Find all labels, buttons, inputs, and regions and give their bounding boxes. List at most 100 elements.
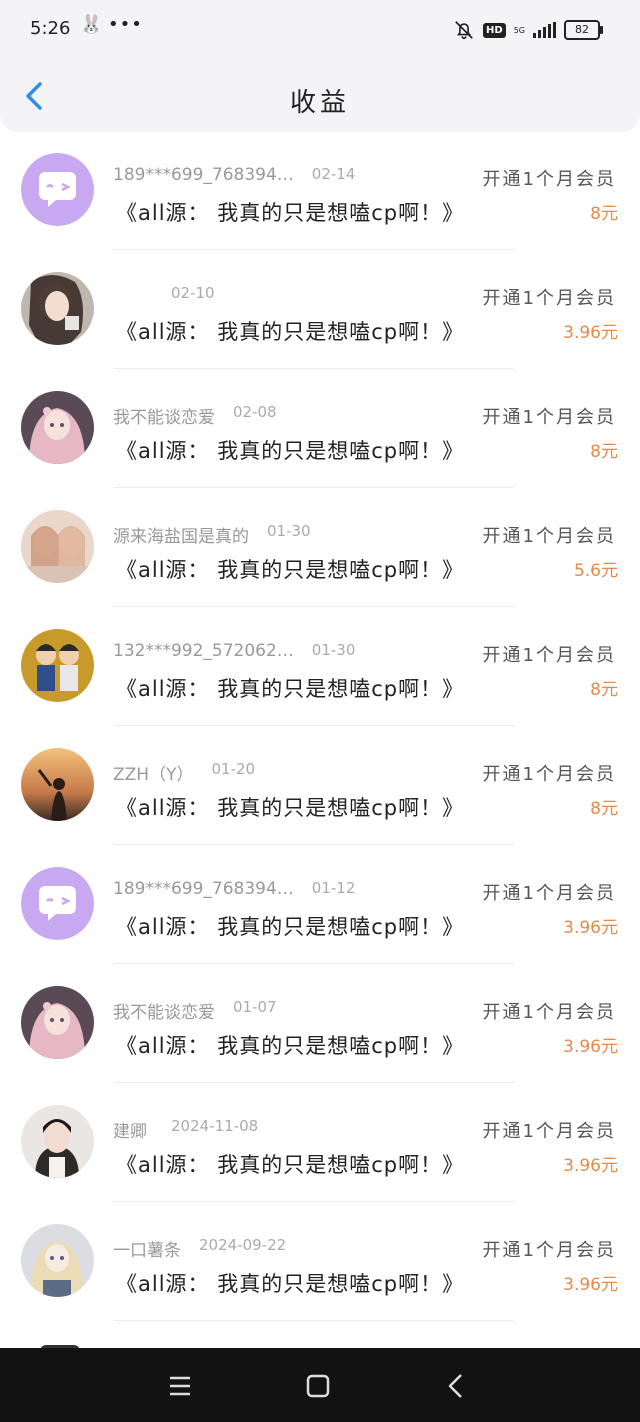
bunny-notification-icon: 🐰 [80, 14, 103, 35]
row-amount: 8元 [590, 680, 618, 700]
home-square-icon [306, 1374, 330, 1398]
row-amount: 5.6元 [573, 561, 618, 581]
row-username: 建卿 [113, 1122, 147, 1142]
recent-apps-button[interactable] [162, 1368, 198, 1404]
row-book-title: 《all源： 我真的只是想嗑cp啊！》 [116, 1153, 465, 1177]
back-triangle-icon [448, 1374, 462, 1398]
row-divider [114, 368, 514, 369]
row-action: 开通1个月会员 [482, 526, 616, 547]
row-date: 02-14 [311, 165, 356, 183]
row-amount: 3.96元 [563, 323, 618, 343]
row-action: 开通1个月会员 [482, 169, 616, 190]
battery-icon: 82 [564, 20, 603, 40]
row-book-title: 《all源： 我真的只是想嗑cp啊！》 [116, 439, 465, 463]
earnings-row[interactable]: 02-10 《all源： 我真的只是想嗑cp啊！》 开通1个月会员 3.96元 [0, 254, 640, 373]
row-divider [114, 1320, 514, 1321]
row-amount: 8元 [590, 442, 618, 462]
bubble-avatar[interactable] [21, 153, 94, 226]
row-action: 开通1个月会员 [482, 764, 616, 785]
row-date: 02-08 [233, 403, 277, 421]
row-username: 189***699_768394… [113, 165, 294, 185]
bell-off-icon [455, 21, 473, 40]
earnings-row[interactable]: 我不能谈恋爱 01-07 《all源： 我真的只是想嗑cp啊！》 开通1个月会员 3.9… [0, 968, 640, 1087]
row-divider [114, 487, 514, 488]
row-username: ZZH（Y） [113, 765, 194, 785]
row-book-title: 《all源： 我真的只是想嗑cp啊！》 [116, 1034, 465, 1058]
anime-pink-avatar[interactable] [21, 986, 94, 1059]
row-divider [114, 606, 514, 607]
row-date: 2024-11-08 [171, 1117, 259, 1135]
row-book-title: 《all源： 我真的只是想嗑cp啊！》 [116, 915, 465, 939]
earnings-row[interactable]: 189***699_768394… 02-14 《all源： 我真的只是想嗑cp啊！… [0, 135, 640, 254]
row-date: 01-30 [311, 641, 356, 659]
row-action: 开通1个月会员 [482, 1121, 616, 1142]
earnings-row[interactable]: 源来海盐国是真的 01-30 《all源： 我真的只是想嗑cp啊！》 开通1个月会员 5… [0, 492, 640, 611]
row-divider [114, 1082, 514, 1083]
row-amount: 8元 [590, 799, 618, 819]
hd-badge: HD [483, 22, 506, 38]
anime-blonde-avatar[interactable] [21, 1224, 94, 1297]
row-action: 开通1个月会员 [482, 1002, 616, 1023]
row-date: 01-20 [211, 760, 256, 778]
earnings-row[interactable]: 我不能谈恋爱 02-08 《all源： 我真的只是想嗑cp啊！》 开通1个月会员 8元 [0, 373, 640, 492]
bubble-avatar[interactable] [21, 867, 94, 940]
signal-icon [533, 22, 556, 38]
row-action: 开通1个月会员 [482, 407, 616, 428]
row-divider [114, 1201, 514, 1202]
earnings-row[interactable]: 189***699_768394… 01-12 《all源： 我真的只是想嗑cp啊！… [0, 849, 640, 968]
back-nav-button[interactable] [438, 1368, 474, 1404]
battery-level: 82 [575, 23, 589, 36]
row-book-title: 《all源： 我真的只是想嗑cp啊！》 [116, 320, 465, 344]
row-date: 02-10 [171, 284, 215, 302]
row-username: 源来海盐国是真的 [113, 527, 249, 547]
row-book-title: 《all源： 我真的只是想嗑cp啊！》 [116, 558, 465, 582]
row-book-title: 《all源： 我真的只是想嗑cp啊！》 [116, 677, 465, 701]
row-amount: 3.96元 [563, 918, 618, 938]
status-time: 5:26 [30, 18, 71, 39]
row-divider [114, 844, 514, 845]
page-header: 收益 [0, 60, 640, 132]
row-book-title: 《all源： 我真的只是想嗑cp啊！》 [116, 1272, 465, 1296]
row-action: 开通1个月会员 [482, 288, 616, 309]
earnings-row[interactable]: 132***992_572062… 01-30 《all源： 我真的只是想嗑cp啊！… [0, 611, 640, 730]
earnings-row[interactable]: 建卿 2024-11-08 《all源： 我真的只是想嗑cp啊！》 开通1个月会员 3.… [0, 1087, 640, 1206]
row-action: 开通1个月会员 [482, 645, 616, 666]
anime-pink-avatar[interactable] [21, 391, 94, 464]
row-amount: 8元 [590, 204, 618, 224]
row-username: 我不能谈恋爱 [113, 1003, 215, 1023]
earnings-row[interactable]: ZZH（Y） 01-20 《all源： 我真的只是想嗑cp啊！》 开通1个月会员 8元 [0, 730, 640, 849]
sunset-avatar[interactable] [21, 748, 94, 821]
row-action: 开通1个月会员 [482, 1240, 616, 1261]
row-username: 我不能谈恋爱 [113, 408, 215, 428]
two-girls-avatar[interactable] [21, 510, 94, 583]
row-amount: 3.96元 [563, 1156, 618, 1176]
menu-icon [170, 1376, 190, 1396]
row-divider [114, 963, 514, 964]
row-divider [114, 249, 514, 250]
page-title: 收益 [289, 88, 350, 118]
row-date: 2024-09-22 [199, 1236, 287, 1254]
status-indicators: HD 5G 82 [453, 18, 603, 42]
row-username: 189***699_768394… [113, 879, 294, 899]
row-divider [114, 725, 514, 726]
home-button[interactable] [300, 1368, 336, 1404]
girl-photo-avatar[interactable] [21, 272, 94, 345]
status-bar: 5:26 🐰 ••• HD 5G 82 [0, 0, 640, 60]
cartoon-boys-avatar[interactable] [21, 629, 94, 702]
earnings-list: 189***699_768394… 02-14 《all源： 我真的只是想嗑cp啊！… [0, 135, 640, 1325]
row-username: 132***992_572062… [113, 641, 294, 661]
row-book-title: 《all源： 我真的只是想嗑cp啊！》 [116, 201, 465, 225]
network-type: 5G [513, 25, 525, 35]
row-date: 01-07 [233, 998, 277, 1016]
row-action: 开通1个月会员 [482, 883, 616, 904]
row-amount: 3.96元 [563, 1037, 618, 1057]
more-notifications-icon: ••• [108, 14, 143, 35]
row-amount: 3.96元 [563, 1275, 618, 1295]
earnings-row[interactable]: 一口薯条 2024-09-22 《all源： 我真的只是想嗑cp啊！》 开通1个月会员… [0, 1206, 640, 1325]
row-date: 01-30 [267, 522, 311, 540]
row-username: 一口薯条 [113, 1241, 181, 1261]
row-date: 01-12 [311, 879, 356, 897]
system-nav-bar [0, 1348, 640, 1422]
portrait-avatar[interactable] [21, 1105, 94, 1178]
row-book-title: 《all源： 我真的只是想嗑cp啊！》 [116, 796, 465, 820]
